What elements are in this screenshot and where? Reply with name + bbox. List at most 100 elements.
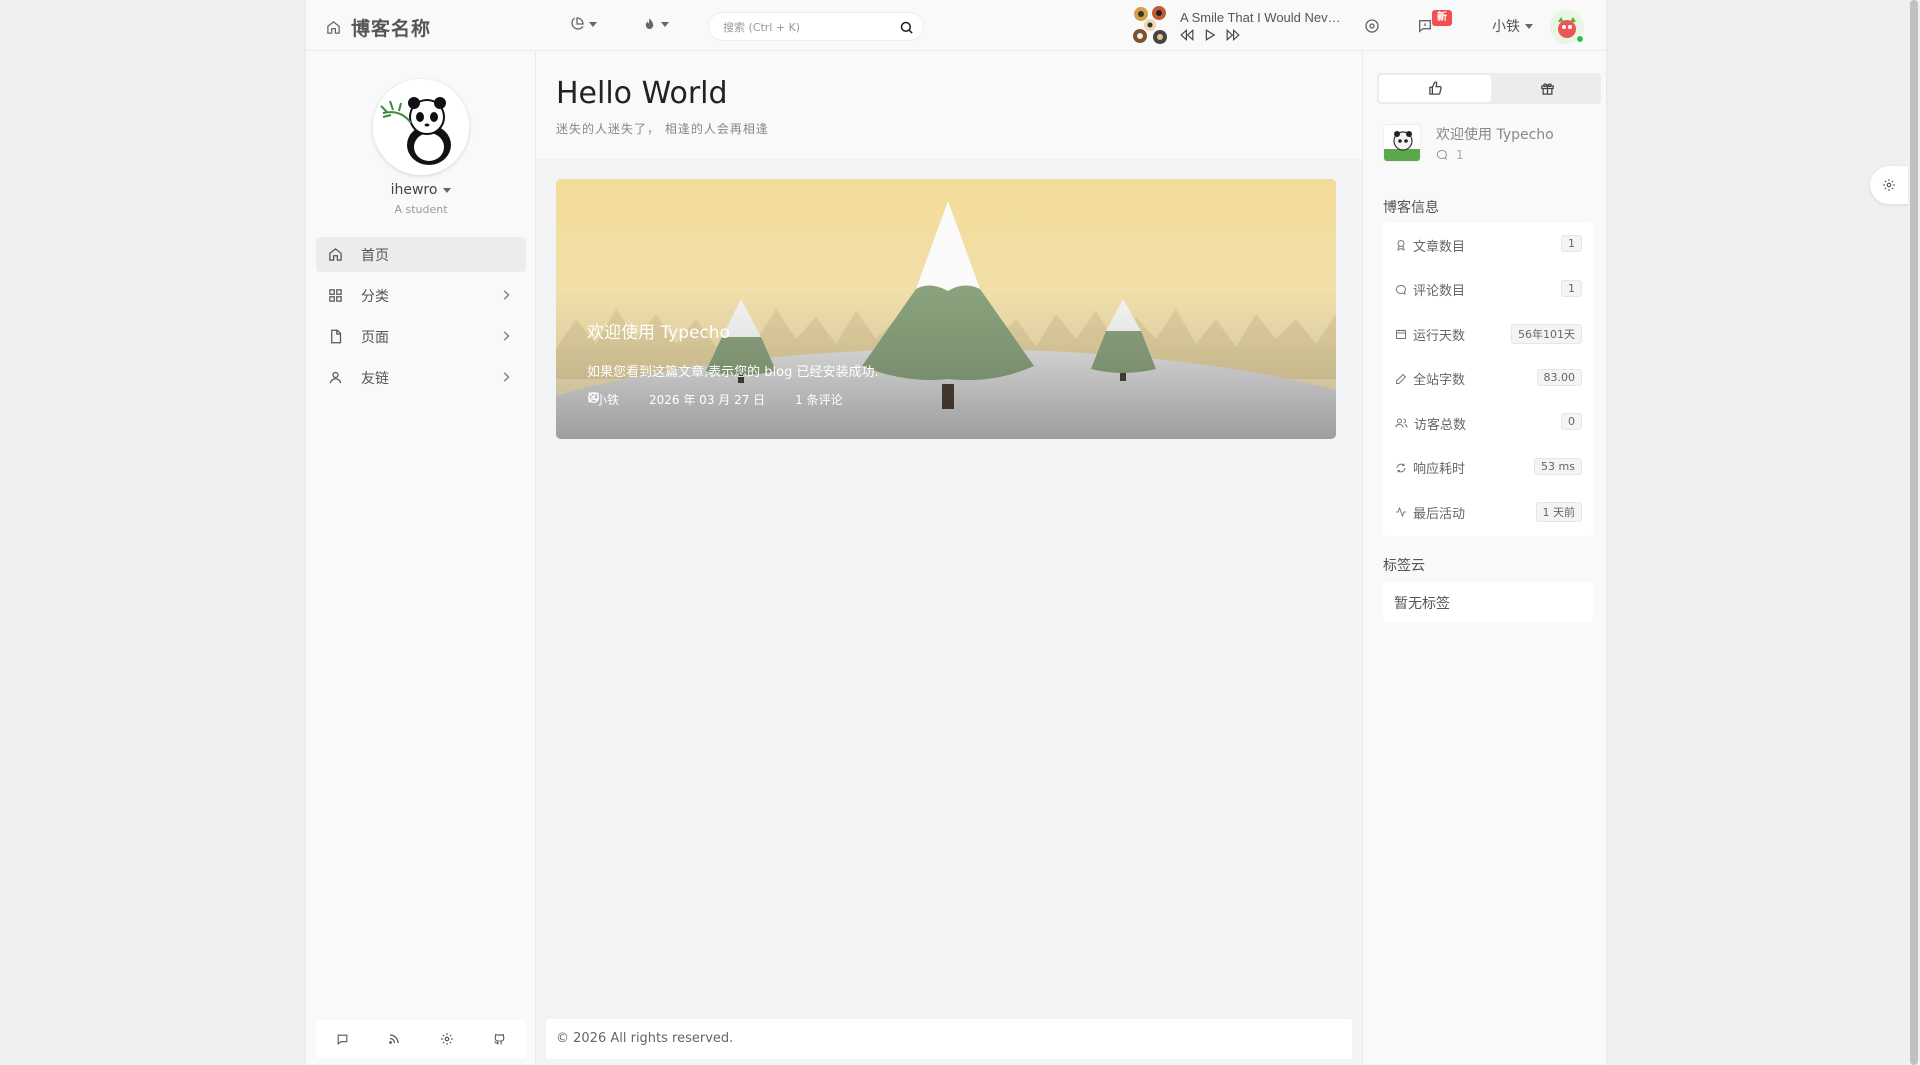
brand[interactable]: 博客名称 (326, 14, 431, 41)
pencil-icon (1395, 373, 1407, 385)
settings-icon (1882, 178, 1896, 192)
archive-dropdown[interactable] (569, 16, 597, 32)
page-scrollbar[interactable] (1908, 0, 1920, 1065)
chevron-down-icon (661, 21, 669, 27)
stat-value: 1 (1561, 235, 1582, 252)
post-excerpt: 如果您看到这篇文章,表示您的 blog 已经安装成功. (587, 365, 879, 380)
sidebar-footer-toolbar (316, 1020, 526, 1058)
page-title: Hello World (556, 76, 728, 111)
sidebar-item-label: 页面 (361, 329, 389, 346)
comment-icon[interactable] (336, 1033, 349, 1046)
sidebar-item-links[interactable]: 友链 (316, 360, 526, 395)
stat-value: 1 (1561, 279, 1582, 297)
stat-label: 全站字数 (1413, 373, 1466, 389)
recent-post-item[interactable]: 欢迎使用 Typecho 1 (1383, 124, 1554, 162)
tab-random[interactable] (1491, 75, 1603, 102)
main-content: Hello World 迷失的人迷失了， 相逢的人会再相逢 欢迎使用 Typec… (536, 51, 1362, 1065)
fast-forward-icon[interactable] (1226, 28, 1240, 41)
sidebar-item-categories[interactable]: 分类 (316, 278, 526, 313)
home-icon (326, 20, 341, 35)
recent-post-title[interactable]: 欢迎使用 Typecho (1436, 124, 1554, 144)
message-icon[interactable] (1417, 18, 1433, 34)
stat-value: 0 (1561, 413, 1582, 430)
chevron-down-icon (1525, 23, 1533, 29)
stat-running-days: 运行天数 56年101天 (1383, 312, 1593, 357)
stat-value: 53 ms (1534, 457, 1582, 475)
blog-info-heading: 博客信息 (1383, 200, 1439, 216)
stat-label: 运行天数 (1413, 328, 1466, 344)
stat-label: 评论数目 (1413, 284, 1466, 300)
comment-icon (1395, 284, 1407, 296)
rewind-icon[interactable] (1180, 28, 1194, 41)
search-icon[interactable] (899, 20, 914, 35)
profile-name: ihewro (390, 182, 438, 198)
right-sidebar: 欢迎使用 Typecho 1 博客信息 文章数目 1 评论数目 1 运行天数 5… (1362, 51, 1606, 1065)
page-subtitle: 迷失的人迷失了， 相逢的人会再相逢 (556, 122, 769, 136)
users-icon (1395, 417, 1408, 429)
chevron-right-icon (502, 372, 510, 382)
stat-value: 83.00 (1536, 368, 1582, 386)
post-comments[interactable]: 1 条评论 (795, 391, 842, 408)
github-icon[interactable] (493, 1033, 506, 1046)
sidebar-item-pages[interactable]: 页面 (316, 319, 526, 354)
online-status-dot (1576, 35, 1584, 43)
chevron-right-icon (502, 331, 510, 341)
left-sidebar: ihewro A student 首页 分类 页面 友链 (306, 51, 536, 1065)
profile-name-dropdown[interactable]: ihewro (306, 182, 536, 198)
post-title[interactable]: 欢迎使用 Typecho (587, 318, 730, 343)
sidebar-item-label: 友链 (361, 370, 389, 387)
stat-label: 文章数目 (1413, 239, 1466, 255)
new-badge: 新 (1432, 10, 1452, 26)
pie-chart-icon (569, 16, 585, 32)
rss-icon[interactable] (388, 1033, 400, 1045)
tab-popular[interactable] (1379, 75, 1491, 102)
thumbs-up-icon (1428, 81, 1443, 96)
music-player: A Smile That I Would Never Forget (1132, 5, 1345, 45)
album-cover[interactable] (1132, 5, 1168, 45)
app-window: 博客名称 搜索 (Ctrl + K) A Smile That I Would … (306, 0, 1606, 1065)
home-icon (328, 247, 343, 262)
post-meta: 小铁 2026 年 03 月 27 日 1 条评论 (587, 391, 843, 408)
grid-icon (328, 288, 343, 303)
award-icon (1395, 239, 1407, 252)
post-date: 2026 年 03 月 27 日 (649, 393, 766, 407)
post-card[interactable]: 欢迎使用 Typecho 如果您看到这篇文章,表示您的 blog 已经安装成功.… (556, 179, 1336, 439)
stat-value: 56年101天 (1511, 324, 1582, 344)
stat-response-time: 响应耗时 53 ms (1383, 446, 1593, 491)
right-tabs (1377, 73, 1601, 104)
site-title[interactable]: 博客名称 (351, 14, 431, 41)
target-icon[interactable] (1364, 18, 1380, 34)
sidebar-item-home[interactable]: 首页 (316, 237, 526, 272)
chevron-right-icon (502, 290, 510, 300)
recent-post-thumbnail (1383, 124, 1421, 162)
search-input[interactable] (723, 18, 893, 36)
chevron-down-icon (589, 21, 597, 27)
settings-icon[interactable] (440, 1032, 454, 1046)
refresh-icon (1395, 462, 1407, 474)
scrollbar-thumb[interactable] (1910, 0, 1918, 1065)
user-menu[interactable]: 小铁 (1492, 16, 1533, 36)
profile-avatar[interactable] (373, 79, 469, 175)
play-icon[interactable] (1204, 28, 1216, 41)
stat-comment-count: 评论数目 1 (1383, 268, 1593, 313)
comment-icon (1436, 149, 1448, 161)
top-navbar: 博客名称 搜索 (Ctrl + K) A Smile That I Would … (306, 0, 1606, 51)
hot-dropdown[interactable] (642, 16, 669, 32)
song-title: A Smile That I Would Never Forget (1180, 9, 1345, 25)
chevron-down-icon (443, 187, 452, 193)
user-name: 小铁 (1492, 19, 1520, 35)
stat-post-count: 文章数目 1 (1383, 223, 1593, 268)
search-box[interactable] (708, 12, 924, 41)
file-icon (328, 329, 343, 344)
stat-value: 1 天前 (1535, 502, 1582, 522)
sidebar-item-label: 分类 (361, 288, 389, 305)
stat-label: 访客总数 (1414, 417, 1467, 433)
recent-post-comment-count: 1 (1456, 148, 1464, 162)
profile-subtitle: A student (394, 203, 448, 216)
page-footer: © 2026 All rights reserved. (546, 1019, 1352, 1059)
stat-label: 响应耗时 (1413, 462, 1466, 478)
tag-cloud-empty: 暂无标签 (1383, 582, 1593, 622)
stat-label: 最后活动 (1413, 506, 1466, 522)
gift-icon (1540, 81, 1555, 96)
blog-info-list: 文章数目 1 评论数目 1 运行天数 56年101天 全站字数 83.00 访客… (1383, 223, 1593, 536)
